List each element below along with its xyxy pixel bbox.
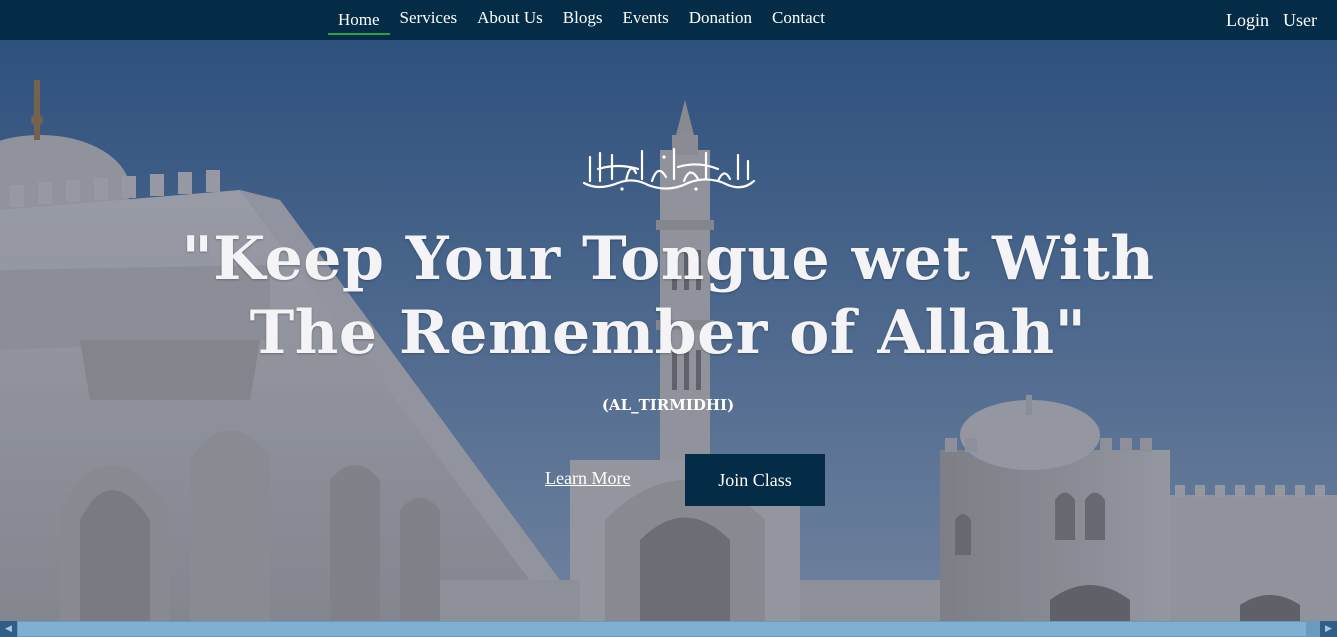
page: Home Services About Us Blogs Events Dona… (0, 0, 1337, 637)
nav-donation-link[interactable]: Donation (679, 0, 762, 40)
nav-links: Home Services About Us Blogs Events Dona… (328, 0, 835, 40)
scrollbar-thumb[interactable] (18, 622, 1306, 636)
join-class-button[interactable]: Join Class (685, 454, 825, 506)
horizontal-scrollbar[interactable]: ◀ ▶ (0, 621, 1337, 637)
hero-source-citation: (AL_TIRMIDHI) (601, 396, 735, 414)
top-navbar: Home Services About Us Blogs Events Dona… (0, 0, 1337, 40)
nav-about-link[interactable]: About Us (467, 0, 553, 40)
hero-headline: "Keep Your Tongue wet With The Remember … (181, 224, 1155, 368)
learn-more-link[interactable]: Learn More (545, 468, 630, 489)
scroll-left-arrow-icon[interactable]: ◀ (0, 621, 17, 637)
hero-section: "Keep Your Tongue wet With The Remember … (0, 40, 1337, 621)
scroll-right-arrow-icon[interactable]: ▶ (1320, 621, 1337, 637)
nav-blogs-link[interactable]: Blogs (553, 0, 613, 40)
nav-services-link[interactable]: Services (390, 0, 468, 40)
user-link[interactable]: User (1283, 10, 1317, 31)
nav-home-link[interactable]: Home (328, 3, 390, 35)
nav-events-link[interactable]: Events (612, 0, 678, 40)
nav-account: Login User (1212, 0, 1317, 40)
login-link[interactable]: Login (1226, 10, 1269, 31)
shahada-calligraphy-logo (582, 147, 756, 191)
nav-contact-link[interactable]: Contact (762, 0, 835, 40)
